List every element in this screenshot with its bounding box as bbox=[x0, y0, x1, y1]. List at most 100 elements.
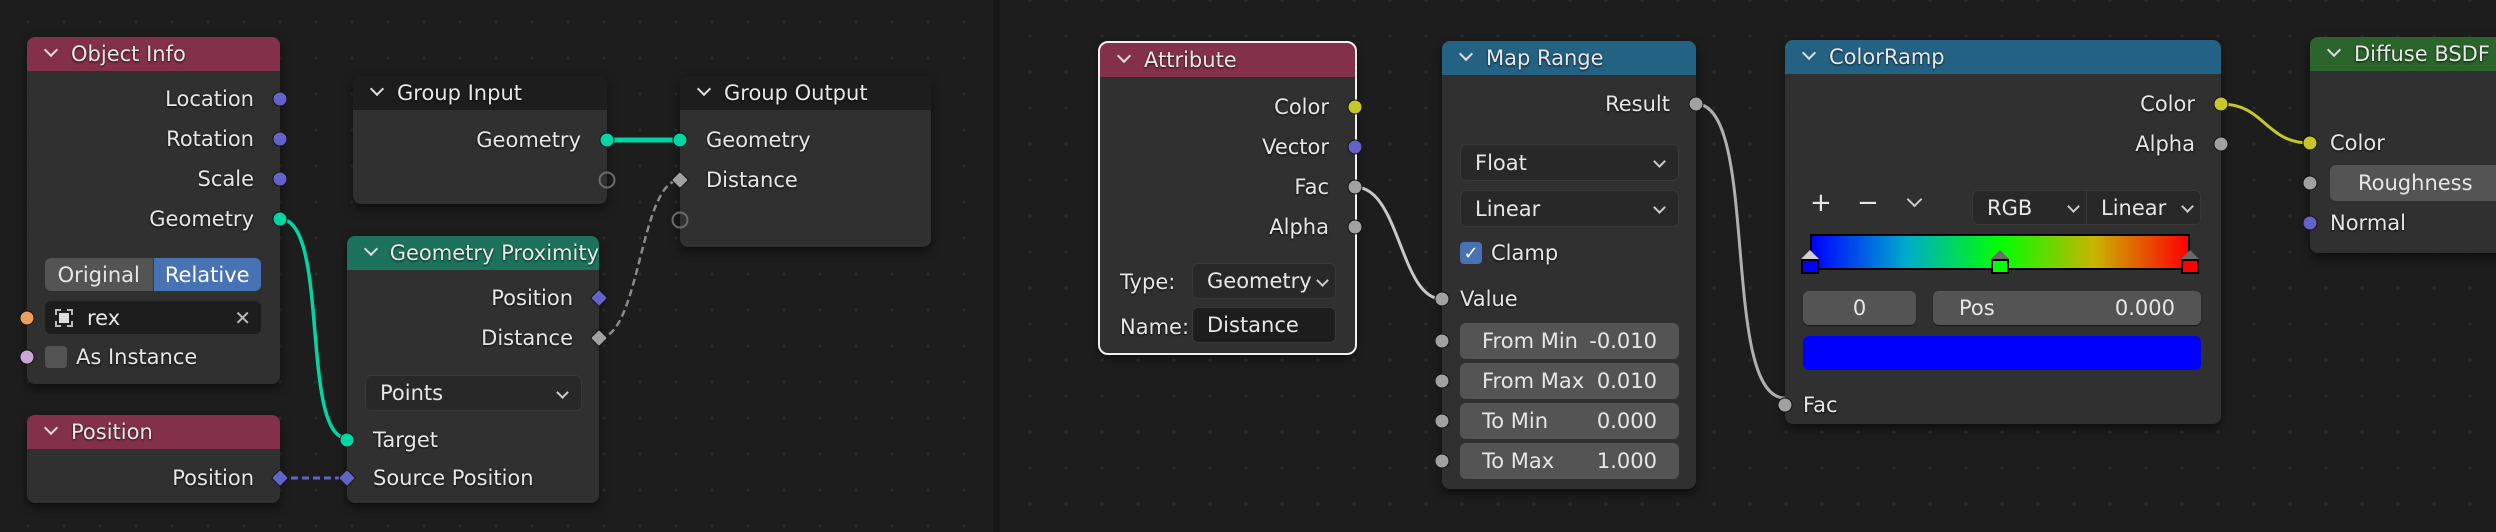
vector-socket-icon[interactable] bbox=[272, 131, 288, 147]
float-socket-icon[interactable] bbox=[1347, 219, 1363, 235]
chevron-down-icon[interactable] bbox=[1460, 49, 1472, 61]
field-label: To Min bbox=[1482, 409, 1549, 433]
to-max-field[interactable]: To Max 1.000 bbox=[1460, 443, 1679, 479]
geometry-socket-icon[interactable] bbox=[272, 211, 288, 227]
stop-arrow-icon bbox=[2181, 250, 2199, 259]
roughness-row: Roughness 0 bbox=[2302, 165, 2496, 201]
dropdown-value: Linear bbox=[1475, 196, 1541, 221]
node-header[interactable]: Object Info bbox=[27, 37, 280, 71]
ramp-interpolation-dropdown[interactable]: Linear bbox=[2087, 191, 2200, 224]
vector-socket-icon[interactable] bbox=[2302, 215, 2318, 231]
float-socket-icon[interactable] bbox=[1434, 373, 1450, 389]
attribute-type-dropdown[interactable]: Geometry bbox=[1192, 263, 1336, 299]
color-stop-handle[interactable] bbox=[1801, 250, 1819, 276]
type-label: Type: bbox=[1120, 270, 1176, 294]
to-min-field[interactable]: To Min 0.000 bbox=[1460, 403, 1679, 439]
active-stop-color-swatch[interactable] bbox=[1803, 336, 2201, 370]
chevron-down-icon[interactable] bbox=[45, 45, 57, 57]
node-geometry-proximity[interactable]: Geometry Proximity Position Distance Poi… bbox=[337, 236, 609, 503]
color-socket-icon[interactable] bbox=[2213, 96, 2229, 112]
node-header[interactable]: Geometry Proximity bbox=[347, 236, 599, 270]
node-attribute[interactable]: Attribute Color Vector Fac Alpha Type: G… bbox=[1098, 41, 1363, 355]
ramp-menu-chevron-icon[interactable] bbox=[1906, 191, 1923, 208]
vector-socket-icon[interactable] bbox=[272, 171, 288, 187]
dropdown-value: Geometry bbox=[1207, 269, 1312, 293]
float-socket-icon[interactable] bbox=[1434, 291, 1450, 307]
interpolation-dropdown[interactable]: Linear bbox=[1460, 190, 1679, 227]
node-group-input[interactable]: Group Input Geometry bbox=[353, 76, 616, 204]
dropdown-value: Points bbox=[380, 381, 444, 405]
clamp-checkbox[interactable]: ✓ bbox=[1460, 242, 1482, 264]
chevron-down-icon[interactable] bbox=[1803, 48, 1815, 60]
node-group-output[interactable]: Group Output Geometry Distance bbox=[670, 76, 931, 247]
node-header[interactable]: Group Input bbox=[353, 76, 607, 110]
socket-label: Result bbox=[1605, 92, 1670, 116]
color-socket-icon[interactable] bbox=[2302, 135, 2318, 151]
node-header[interactable]: Attribute bbox=[1100, 43, 1355, 77]
empty-socket-icon[interactable] bbox=[598, 171, 616, 189]
original-button[interactable]: Original bbox=[45, 258, 154, 291]
float-socket-icon[interactable] bbox=[1688, 96, 1704, 112]
color-mode-dropdown[interactable]: RGB bbox=[1973, 191, 2087, 224]
attribute-name-input[interactable]: Distance bbox=[1192, 307, 1336, 343]
dropdown-value: RGB bbox=[1987, 195, 2033, 220]
node-header[interactable]: Position bbox=[27, 415, 280, 449]
object-field[interactable]: rex ✕ bbox=[19, 301, 261, 334]
float-socket-icon[interactable] bbox=[1777, 397, 1793, 413]
clear-x-icon[interactable]: ✕ bbox=[234, 306, 251, 330]
relative-button[interactable]: Relative bbox=[153, 258, 261, 291]
color-stop-handle[interactable] bbox=[2181, 250, 2199, 276]
node-diffuse-bsdf[interactable]: Diffuse BSDF Color Roughness 0 Normal bbox=[2302, 37, 2496, 253]
data-type-dropdown[interactable]: Float bbox=[1460, 144, 1679, 181]
stop-position-field[interactable]: Pos 0.000 bbox=[1933, 291, 2201, 325]
chevron-down-icon[interactable] bbox=[371, 84, 383, 96]
float-socket-icon[interactable] bbox=[2302, 175, 2318, 191]
float-socket-icon[interactable] bbox=[1347, 179, 1363, 195]
socket-label: Source Position bbox=[373, 466, 534, 490]
float-socket-icon[interactable] bbox=[1434, 413, 1450, 429]
object-socket-icon[interactable] bbox=[19, 310, 35, 325]
node-position[interactable]: Position Position bbox=[27, 415, 290, 503]
target-element-dropdown[interactable]: Points bbox=[365, 375, 582, 411]
node-color-ramp[interactable]: ColorRamp Color Alpha + − RGB Linear 0 P… bbox=[1777, 40, 2229, 424]
remove-stop-button[interactable]: − bbox=[1857, 188, 1879, 218]
float-socket-icon[interactable] bbox=[2213, 136, 2229, 152]
empty-socket-icon[interactable] bbox=[671, 211, 689, 229]
color-socket-icon[interactable] bbox=[1347, 99, 1363, 115]
geometry-socket-icon[interactable] bbox=[339, 432, 355, 448]
vector-socket-icon[interactable] bbox=[272, 91, 288, 107]
color-stop-handle[interactable] bbox=[1991, 250, 2009, 276]
transform-space-toggle: Original Relative bbox=[45, 258, 261, 291]
to-max-row: To Max 1.000 bbox=[1434, 443, 1679, 479]
socket-label: Geometry bbox=[476, 128, 581, 152]
field-label: From Max bbox=[1482, 369, 1585, 393]
from-min-field[interactable]: From Min -0.010 bbox=[1460, 323, 1679, 359]
node-object-info[interactable]: Object Info Location Rotation Scale Geom… bbox=[19, 37, 288, 384]
field-value: 0 bbox=[1852, 296, 1867, 320]
area-divider[interactable] bbox=[993, 0, 1000, 532]
chevron-down-icon[interactable] bbox=[1118, 51, 1130, 63]
as-instance-checkbox[interactable] bbox=[45, 346, 67, 368]
float-socket-icon[interactable] bbox=[1434, 333, 1450, 349]
geometry-socket-icon[interactable] bbox=[599, 132, 615, 148]
node-header[interactable]: ColorRamp bbox=[1785, 40, 2221, 74]
add-stop-button[interactable]: + bbox=[1810, 188, 1832, 218]
stop-color-swatch bbox=[1991, 259, 2009, 274]
chevron-down-icon[interactable] bbox=[45, 423, 57, 435]
node-header[interactable]: Diffuse BSDF bbox=[2310, 37, 2496, 71]
vector-socket-icon[interactable] bbox=[1347, 139, 1363, 155]
chevron-down-icon[interactable] bbox=[698, 84, 710, 96]
node-title: Group Output bbox=[724, 81, 868, 105]
chevron-down-icon[interactable] bbox=[2328, 45, 2340, 57]
roughness-field[interactable]: Roughness 0 bbox=[2330, 165, 2496, 201]
float-socket-icon[interactable] bbox=[1434, 453, 1450, 469]
boolean-socket-icon[interactable] bbox=[19, 349, 35, 365]
node-header[interactable]: Map Range bbox=[1442, 41, 1696, 75]
geometry-socket-icon[interactable] bbox=[672, 132, 688, 148]
from-max-field[interactable]: From Max 0.010 bbox=[1460, 363, 1679, 399]
socket-row-alpha: Alpha bbox=[1100, 207, 1363, 247]
node-map-range[interactable]: Map Range Result Float Linear ✓ Clamp Va… bbox=[1434, 41, 1704, 489]
chevron-down-icon[interactable] bbox=[365, 244, 376, 256]
active-stop-index-field[interactable]: 0 bbox=[1803, 291, 1916, 325]
node-header[interactable]: Group Output bbox=[680, 76, 931, 110]
